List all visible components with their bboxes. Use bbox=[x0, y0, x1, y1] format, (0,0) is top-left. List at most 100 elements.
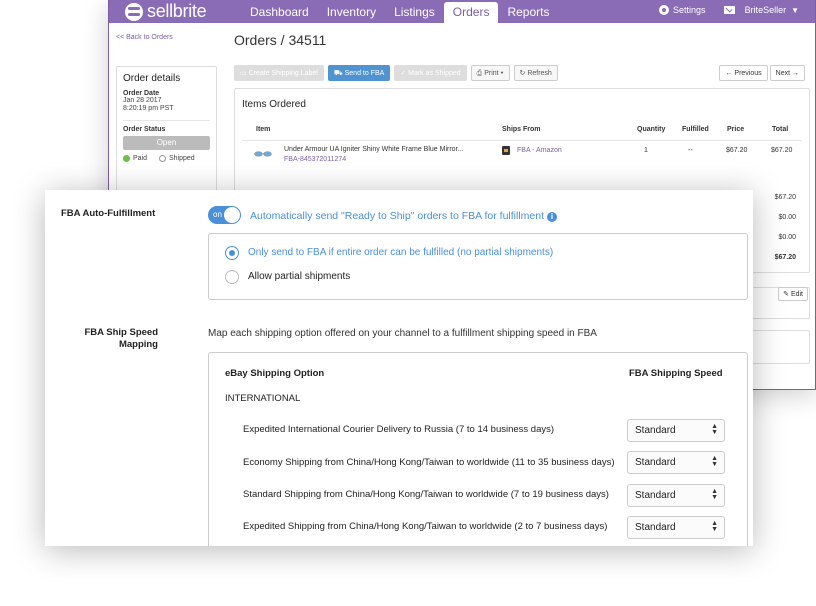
order-status-label: Order Status bbox=[123, 126, 166, 133]
gear-icon[interactable] bbox=[659, 5, 670, 15]
shipped-dot-icon bbox=[159, 155, 167, 162]
order-details-heading: Order details bbox=[123, 73, 181, 84]
auto-fulfillment-text: Automatically send "Ready to Ship" order… bbox=[250, 210, 545, 222]
amazon-icon bbox=[502, 146, 510, 155]
item-sku[interactable]: FBA-845372011274 bbox=[284, 156, 346, 163]
mail-icon[interactable] bbox=[723, 6, 735, 14]
print-text: Print bbox=[484, 70, 499, 77]
fba-ship-speed-label-line2: Mapping bbox=[118, 339, 158, 350]
paid-dot-icon bbox=[123, 155, 130, 162]
order-date-label: Order Date bbox=[123, 90, 160, 97]
fba-speed-select[interactable]: Standard ▲ ▼ bbox=[627, 516, 725, 539]
toggle-state-label: on bbox=[213, 210, 222, 219]
item-fulfilled: -- bbox=[688, 147, 693, 154]
create-shipping-label-button[interactable]: ▭ Create Shipping Label bbox=[234, 65, 324, 81]
print-button[interactable]: ⎙ Print ▾ bbox=[470, 65, 510, 81]
select-arrows-icon: ▲ ▼ bbox=[711, 488, 718, 501]
order-details-panel: Order details Order Date Jan 28 2017 8:2… bbox=[116, 66, 217, 206]
toggle-knob bbox=[224, 207, 240, 223]
order-toolbar: ▭ Create Shipping Label ⛟ Send to FBA ✓ … bbox=[234, 65, 562, 81]
header-divider bbox=[242, 140, 802, 141]
nav-tab-reports[interactable]: Reports bbox=[498, 0, 558, 23]
auto-fulfillment-description: Automatically send "Ready to Ship" order… bbox=[250, 210, 558, 222]
user-menu[interactable]: BriteSeller bbox=[745, 5, 787, 15]
ships-from-link[interactable]: FBA - Amazon bbox=[517, 147, 562, 154]
main-nav: Dashboard Inventory Listings Orders Repo… bbox=[241, 0, 558, 23]
col-header-quantity: Quantity bbox=[637, 126, 666, 133]
nav-right: Settings BriteSeller ▼ bbox=[659, 5, 799, 15]
next-text: Next bbox=[775, 70, 791, 77]
item-quantity: 1 bbox=[644, 147, 648, 154]
radio-full-order-label[interactable]: Only send to FBA if entire order can be … bbox=[248, 247, 553, 258]
grand-total-value: $67.20 bbox=[774, 254, 796, 261]
select-arrows-icon: ▲ ▼ bbox=[711, 520, 718, 533]
auto-fulfillment-toggle[interactable]: on bbox=[208, 206, 241, 224]
check-icon: ✓ bbox=[400, 70, 409, 77]
caret-down-icon[interactable]: ▼ bbox=[791, 6, 799, 15]
order-date-value: Jan 28 2017 bbox=[123, 97, 162, 104]
fba-auto-fulfillment-label: FBA Auto-Fulfillment bbox=[61, 208, 156, 219]
settings-link[interactable]: Settings bbox=[673, 5, 706, 15]
select-arrows-icon: ▲ ▼ bbox=[711, 455, 718, 468]
shipping-value: $0.00 bbox=[778, 214, 796, 221]
page-title: Orders / 34511 bbox=[234, 32, 327, 48]
shipping-option-label: Expedited Shipping from China/Hong Kong/… bbox=[243, 521, 608, 532]
truck-icon: ⛟ bbox=[333, 70, 345, 77]
col-header-total: Total bbox=[772, 126, 789, 133]
top-navbar: sellbrite Dashboard Inventory Listings O… bbox=[109, 0, 815, 23]
next-button[interactable]: Next → bbox=[769, 65, 805, 81]
col-header-fba-speed: FBA Shipping Speed bbox=[629, 368, 723, 379]
mark-as-shipped-button[interactable]: ✓ Mark as Shipped bbox=[394, 65, 467, 81]
back-to-orders-link[interactable]: << Back to Orders bbox=[116, 34, 173, 41]
shipping-option-label: Economy Shipping from China/Hong Kong/Ta… bbox=[243, 457, 615, 468]
item-price: $67.20 bbox=[726, 147, 748, 154]
nav-tab-orders[interactable]: Orders bbox=[443, 2, 499, 23]
info-icon[interactable]: i bbox=[547, 212, 558, 222]
tax-value: $0.00 bbox=[778, 234, 796, 241]
fba-ship-speed-label: FBA Ship Speed Mapping bbox=[61, 327, 158, 351]
col-header-ships-from: Ships From bbox=[502, 126, 541, 133]
item-total: $67.20 bbox=[771, 147, 793, 154]
radio-partial-shipments-label[interactable]: Allow partial shipments bbox=[248, 271, 350, 282]
create-shipping-label-text: Create Shipping Label bbox=[248, 70, 318, 77]
edit-icon: ✎ bbox=[783, 291, 791, 298]
item-name[interactable]: Under Armour UA Igniter Shiny White Fram… bbox=[284, 146, 463, 153]
fba-speed-select[interactable]: Standard ▲ ▼ bbox=[627, 484, 725, 507]
refresh-text: Refresh bbox=[527, 70, 552, 77]
shipping-option-label: Expedited International Courier Delivery… bbox=[243, 424, 555, 435]
nav-tab-inventory[interactable]: Inventory bbox=[318, 0, 385, 23]
select-arrows-icon: ▲ ▼ bbox=[711, 423, 718, 436]
fba-speed-select[interactable]: Standard ▲ ▼ bbox=[627, 419, 725, 442]
edit-button[interactable]: ✎ Edit bbox=[778, 287, 808, 301]
col-header-price: Price bbox=[727, 126, 745, 133]
shipping-mapping-table: eBay Shipping Option FBA Shipping Speed … bbox=[208, 352, 748, 546]
radio-partial-shipments[interactable] bbox=[225, 270, 239, 284]
items-ordered-heading: Items Ordered bbox=[242, 99, 306, 110]
divider bbox=[123, 120, 210, 121]
product-thumbnail[interactable] bbox=[254, 151, 272, 157]
shipped-label: Shipped bbox=[169, 155, 195, 162]
fba-speed-value: Standard bbox=[635, 522, 676, 533]
paid-label: Paid bbox=[133, 155, 148, 162]
col-header-ebay-option: eBay Shipping Option bbox=[225, 368, 325, 379]
payment-status-row: Paid Shipped bbox=[123, 155, 210, 162]
fba-speed-select[interactable]: Standard ▲ ▼ bbox=[627, 451, 725, 474]
nav-tab-dashboard[interactable]: Dashboard bbox=[241, 0, 318, 23]
refresh-button[interactable]: ↻ Refresh bbox=[513, 65, 558, 81]
fba-speed-value: Standard bbox=[635, 425, 676, 436]
partial-shipment-options: Only send to FBA if entire order can be … bbox=[208, 233, 748, 300]
edit-text: Edit bbox=[790, 291, 803, 298]
fba-settings-card: FBA Auto-Fulfillment on Automatically se… bbox=[45, 190, 753, 546]
order-time-value: 8:20:19 pm PST bbox=[123, 105, 174, 112]
status-badge: Open bbox=[123, 136, 210, 150]
sellbrite-logo[interactable]: sellbrite bbox=[125, 1, 207, 22]
nav-tab-listings[interactable]: Listings bbox=[385, 0, 444, 23]
notes-panel bbox=[752, 330, 810, 364]
send-to-fba-button[interactable]: ⛟ Send to FBA bbox=[327, 65, 391, 81]
col-header-item: Item bbox=[256, 126, 271, 133]
previous-text: Previous bbox=[734, 70, 762, 77]
chevron-down-icon: ▾ bbox=[498, 70, 504, 77]
previous-button[interactable]: ← Previous bbox=[719, 65, 768, 81]
radio-full-order[interactable] bbox=[225, 246, 239, 260]
label-icon: ▭ bbox=[240, 70, 249, 77]
